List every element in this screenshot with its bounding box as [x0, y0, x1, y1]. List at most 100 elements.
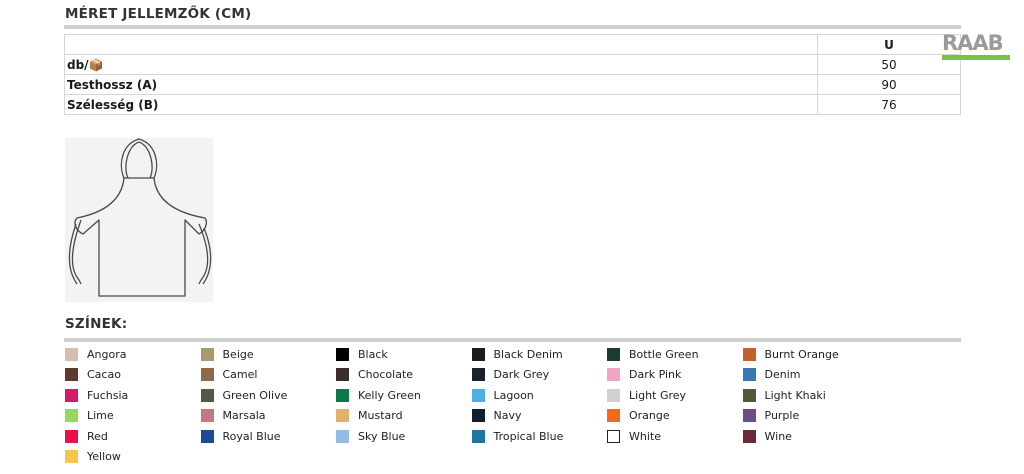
color-swatch — [742, 388, 756, 402]
color-name: Burnt Orange — [764, 347, 839, 361]
color-name: Kelly Green — [358, 388, 421, 402]
color-swatch — [336, 409, 349, 422]
color-option-sky-blue: Sky Blue — [336, 429, 405, 443]
color-name: Orange — [629, 409, 670, 422]
color-option-dark-grey: Dark Grey — [471, 368, 550, 382]
color-option-camel: Camel — [200, 368, 258, 382]
color-name: Yellow — [87, 450, 121, 463]
table-row: Szélesség (B) 76 — [64, 94, 961, 115]
color-name: Green Olive — [222, 388, 288, 402]
color-option-fuchsia: Fuchsia — [65, 388, 128, 402]
color-name: Lagoon — [493, 388, 534, 402]
color-name: Camel — [222, 368, 258, 381]
color-name: Red — [87, 429, 108, 443]
color-option-orange: Orange — [607, 409, 670, 423]
color-swatch — [471, 409, 485, 422]
row-label-body-length: Testhossz (A) — [64, 74, 818, 95]
color-swatch — [65, 368, 78, 381]
color-name: Bottle Green — [629, 347, 699, 361]
color-swatch — [200, 429, 214, 443]
color-name: Beige — [222, 347, 254, 361]
row-label-pieces-per-box: db/📦 — [64, 54, 818, 75]
color-swatch — [471, 388, 485, 402]
table-empty-header-cell — [64, 34, 818, 55]
color-swatch — [471, 429, 485, 443]
color-option-chocolate: Chocolate — [336, 368, 413, 382]
color-option-white: White — [607, 429, 661, 443]
colors-section-title: SZÍNEK: — [65, 316, 128, 332]
color-swatch — [742, 409, 756, 422]
color-swatch — [336, 429, 349, 443]
color-swatch — [471, 368, 485, 381]
color-option-royal-blue: Royal Blue — [200, 429, 281, 443]
color-option-black: Black — [336, 347, 388, 361]
color-option-angora: Angora — [65, 347, 126, 361]
raab-logo: RAAB — [942, 33, 1012, 63]
color-option-mustard: Mustard — [336, 409, 403, 423]
color-name: Light Khaki — [764, 388, 826, 402]
size-table: U db/📦 50 Testhossz (A) 90 Szélesség (B)… — [64, 34, 961, 115]
color-option-beige: Beige — [200, 347, 254, 361]
table-row: db/📦 50 — [64, 54, 961, 75]
color-option-wine: Wine — [742, 429, 792, 443]
row-value-pieces-per-box: 50 — [817, 54, 961, 75]
color-swatch — [607, 409, 620, 422]
color-option-bottle-green: Bottle Green — [607, 347, 699, 361]
color-name: Tropical Blue — [493, 429, 564, 443]
color-name: Marsala — [222, 409, 266, 422]
color-name: Chocolate — [358, 368, 414, 381]
color-option-lime: Lime — [65, 409, 114, 423]
color-option-cacao: Cacao — [65, 368, 121, 382]
color-name: Mustard — [358, 409, 403, 422]
color-name: White — [629, 429, 661, 443]
color-swatch — [336, 388, 349, 402]
color-name: Royal Blue — [222, 429, 281, 443]
color-option-marsala: Marsala — [200, 409, 266, 423]
size-section-title: MÉRET JELLEMZŐK (CM) — [65, 6, 252, 22]
color-swatch — [65, 450, 78, 463]
color-swatch — [200, 347, 214, 361]
color-name: Black Denim — [493, 347, 563, 361]
color-swatch — [742, 347, 756, 361]
size-header-cell: U — [817, 34, 961, 55]
color-name: Black — [358, 347, 388, 361]
color-option-red: Red — [65, 429, 108, 443]
raab-logo-bar — [942, 55, 1010, 60]
color-name: Angora — [87, 347, 127, 361]
color-name: Fuchsia — [87, 388, 129, 402]
row-value-width: 76 — [817, 94, 961, 115]
color-swatch — [200, 388, 214, 402]
color-name: Dark Pink — [629, 368, 682, 381]
color-name: Lime — [87, 409, 114, 422]
color-swatch — [607, 429, 620, 443]
color-name: Dark Grey — [493, 368, 550, 381]
raab-logo-text: RAAB — [942, 31, 1004, 55]
color-option-denim: Denim — [742, 368, 801, 382]
color-swatch — [65, 388, 78, 402]
color-option-yellow: Yellow — [65, 450, 121, 464]
apron-illustration — [65, 138, 213, 302]
color-option-purple: Purple — [742, 409, 800, 423]
color-name: Denim — [764, 368, 801, 381]
color-option-black-denim: Black Denim — [471, 347, 563, 361]
color-swatch — [200, 368, 214, 381]
color-name: Sky Blue — [358, 429, 406, 443]
color-swatch — [200, 409, 214, 422]
color-option-light-khaki: Light Khaki — [742, 388, 826, 402]
row-label-width: Szélesség (B) — [64, 94, 818, 115]
color-name: Purple — [764, 409, 800, 422]
color-swatch — [607, 347, 620, 361]
color-option-dark-pink: Dark Pink — [607, 368, 681, 382]
color-swatch — [607, 388, 620, 402]
color-option-light-grey: Light Grey — [607, 388, 686, 402]
color-option-lagoon: Lagoon — [471, 388, 534, 402]
color-option-kelly-green: Kelly Green — [336, 388, 421, 402]
color-name: Light Grey — [629, 388, 687, 402]
colors-section-divider — [64, 338, 961, 342]
color-swatch — [336, 347, 349, 361]
color-option-tropical-blue: Tropical Blue — [471, 429, 564, 443]
color-name: Navy — [493, 409, 522, 422]
color-option-navy: Navy — [471, 409, 522, 423]
color-swatch — [65, 409, 78, 422]
color-option-burnt-orange: Burnt Orange — [742, 347, 839, 361]
